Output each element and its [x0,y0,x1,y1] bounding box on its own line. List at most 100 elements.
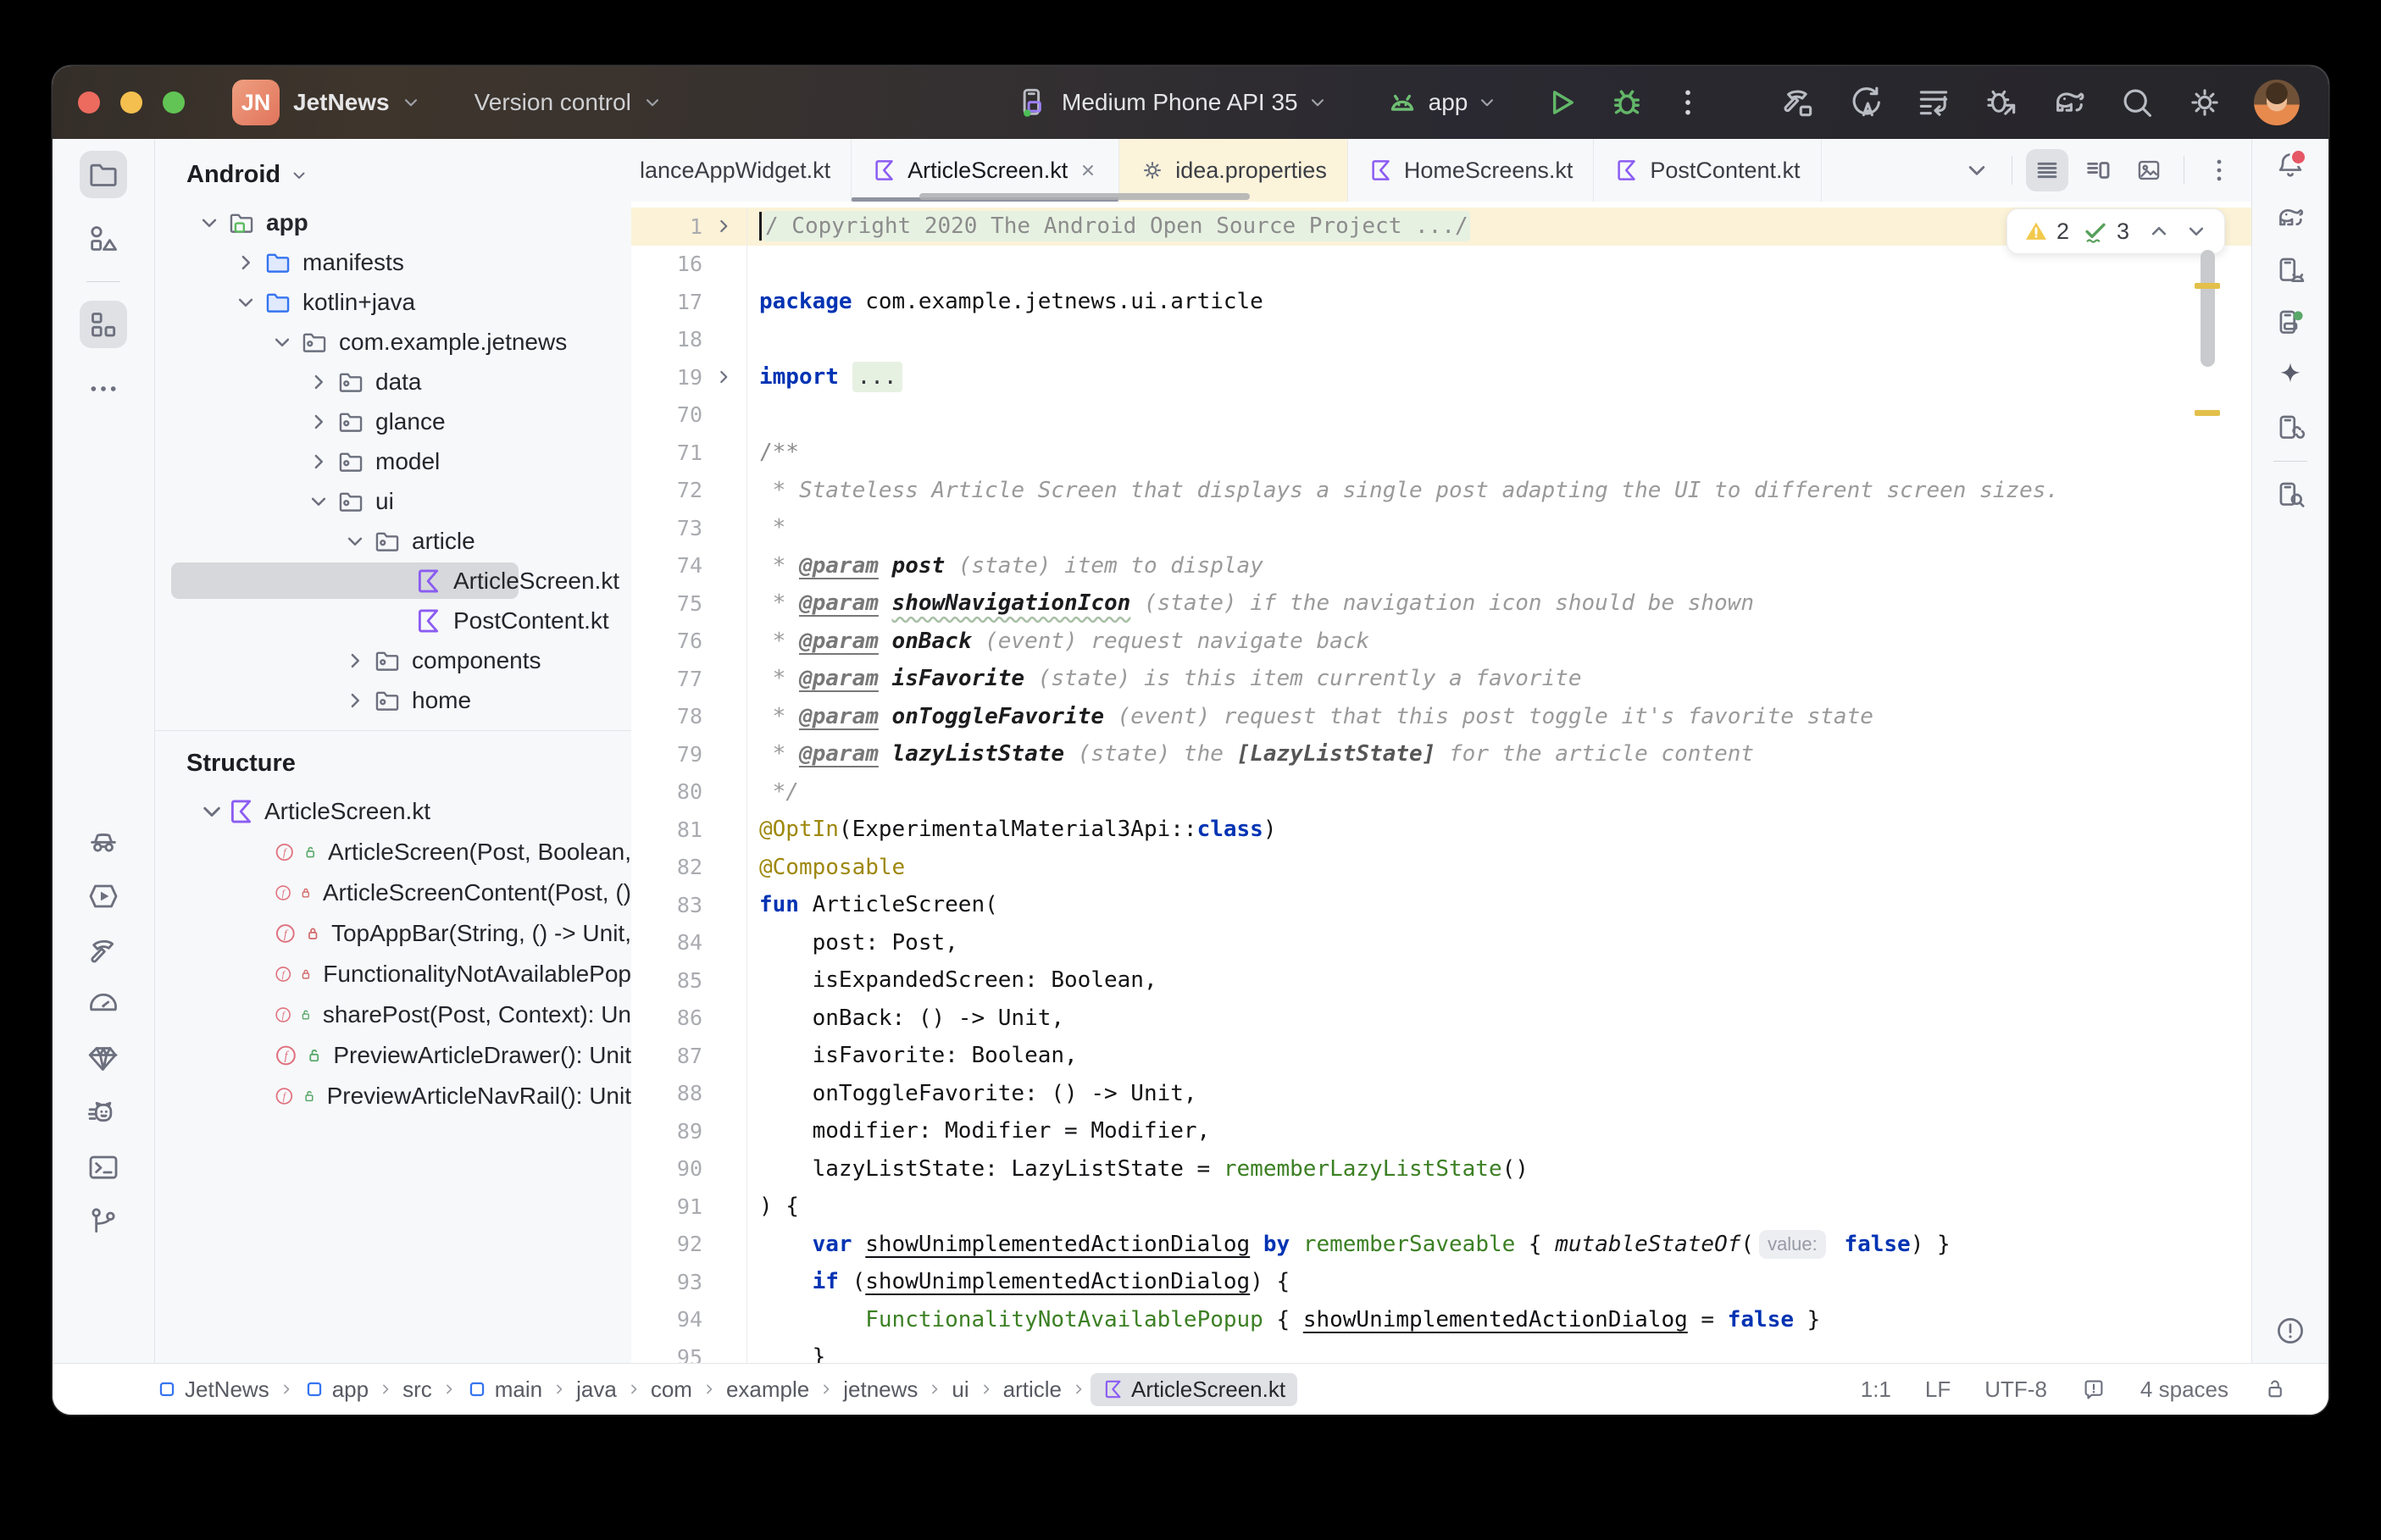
editor-scrollbar-thumb[interactable] [2201,250,2215,367]
chevron-down-icon[interactable] [197,210,222,235]
zoom-button[interactable] [163,91,185,114]
tab-lanceappwidget-kt[interactable]: lanceAppWidget.kt [631,139,852,202]
device-explorer-button[interactable] [2268,474,2312,516]
logcat-button[interactable] [80,1089,127,1137]
chevron-down-icon[interactable] [306,489,331,514]
close-icon[interactable] [1078,160,1098,180]
tree-item-kotlin-java[interactable]: kotlin+java [155,282,631,322]
warnings-group[interactable]: 2 [2023,218,2069,245]
build-tool-button[interactable] [80,927,127,974]
file-writable[interactable] [2262,1377,2288,1402]
caret-position[interactable]: 1:1 [1861,1377,1891,1403]
structure-item[interactable]: f FunctionalityNotAvailablePop [155,954,631,994]
passed-group[interactable]: 3 [2081,217,2129,246]
breadcrumb-app[interactable]: app [298,1374,374,1405]
tab-options-button[interactable] [2198,149,2240,191]
line-separator[interactable]: LF [1925,1377,1951,1403]
tab-list-button[interactable] [1956,149,1998,191]
debug-button[interactable] [1608,84,1646,121]
project-selector[interactable]: JetNews [293,89,422,116]
app-quality-insights-button[interactable] [80,1035,127,1083]
breadcrumb-jetnews[interactable]: jetnews [838,1374,923,1405]
breadcrumb-java[interactable]: java [571,1374,622,1405]
tree-item-app[interactable]: app [155,202,631,242]
editor-view-button[interactable] [2026,149,2068,191]
chevron-down-icon[interactable] [342,529,368,554]
fold-toggle-icon[interactable] [702,215,745,237]
chevron-right-icon[interactable] [306,369,331,395]
tree-item-data[interactable]: data [155,362,631,402]
chevron-down-icon[interactable] [1476,91,1498,114]
device-selector[interactable]: Medium Phone API 35 [1062,89,1298,116]
preview-view-button[interactable] [2128,149,2170,191]
user-avatar[interactable] [2254,80,2300,125]
tree-item-model[interactable]: model [155,441,631,481]
version-control-button[interactable] [80,1198,127,1245]
device-manager-button[interactable] [2268,249,2312,291]
chevron-right-icon[interactable] [342,648,368,673]
tree-item-com-example-jetnews[interactable]: com.example.jetnews [155,322,631,362]
tree-item-glance[interactable]: glance [155,402,631,441]
structure-item[interactable]: f PreviewArticleDrawer(): Unit [155,1035,631,1076]
structure-item[interactable]: f ArticleScreen(Post, Boolean, [155,832,631,872]
project-view-header[interactable]: Android [155,139,631,202]
running-devices-tool-button[interactable] [2268,302,2312,344]
breadcrumb-example[interactable]: example [721,1374,814,1405]
gradle-tool-button[interactable] [2268,197,2312,239]
breadcrumb-articlescreen-kt[interactable]: ArticleScreen.kt [1091,1372,1298,1406]
tree-item-articlescreen-kt[interactable]: ArticleScreen.kt [155,561,631,601]
vcs-widget[interactable]: Version control [475,89,663,116]
running-devices-button[interactable] [80,872,127,920]
fold-toggle-icon[interactable] [702,366,745,388]
breadcrumb-src[interactable]: src [397,1374,437,1405]
tab-homescreens-kt[interactable]: HomeScreens.kt [1348,139,1595,202]
file-encoding[interactable]: UTF-8 [1984,1377,2047,1403]
device-mirroring-button[interactable] [2268,407,2312,449]
structure-file-row[interactable]: ArticleScreen.kt [155,791,631,832]
tree-item-article[interactable]: article [155,521,631,561]
gemini-button[interactable] [2268,354,2312,396]
warning-stripe-mark[interactable] [2195,283,2220,289]
structure-item[interactable]: f PreviewArticleNavRail(): Unit [155,1076,631,1116]
profiler-button[interactable] [80,981,127,1028]
notifications-button[interactable] [2268,144,2312,186]
search-everywhere-icon[interactable] [2118,84,2156,121]
breadcrumb-jetnews[interactable]: JetNews [151,1374,275,1405]
problems-button[interactable] [2268,1310,2312,1352]
tab-articlescreen-kt[interactable]: ArticleScreen.kt [852,139,1120,202]
more-tool-windows-button[interactable] [80,365,127,413]
split-view-button[interactable] [2077,149,2119,191]
more-actions-button[interactable] [1671,86,1705,119]
structure-item[interactable]: f TopAppBar(String, () -> Unit, [155,913,631,954]
chevron-right-icon[interactable] [342,688,368,713]
structure-tool-button[interactable] [80,301,127,348]
chevron-right-icon[interactable] [233,250,258,275]
chevron-down-icon[interactable] [1307,91,1329,114]
project-tool-button[interactable] [80,151,127,198]
terminal-button[interactable] [80,1144,127,1191]
breadcrumb-com[interactable]: com [646,1374,697,1405]
chevron-down-icon[interactable] [233,290,258,315]
settings-icon[interactable] [2186,84,2223,121]
warning-stripe-mark[interactable] [2195,410,2220,416]
tab-postcontent-kt[interactable]: PostContent.kt [1594,139,1822,202]
indent-style[interactable]: 4 spaces [2140,1377,2228,1403]
tab-idea-properties[interactable]: idea.properties [1119,139,1348,202]
resource-manager-button[interactable] [80,215,127,263]
build-variants-icon[interactable] [1915,84,1952,121]
inspections-widget[interactable] [2081,1377,2106,1402]
breadcrumb-main[interactable]: main [461,1374,547,1405]
build-icon[interactable] [1779,84,1817,121]
structure-item[interactable]: f sharePost(Post, Context): Un [155,994,631,1035]
next-problem-button[interactable] [2184,219,2209,244]
minimize-button[interactable] [120,91,142,114]
structure-item[interactable]: f ArticleScreenContent(Post, () [155,872,631,913]
app-inspection-button[interactable] [80,818,127,866]
tree-item-components[interactable]: components [155,640,631,680]
breadcrumb-ui[interactable]: ui [946,1374,974,1405]
prev-problem-button[interactable] [2146,219,2172,244]
tree-item-ui[interactable]: ui [155,481,631,521]
run-button[interactable] [1542,84,1579,121]
chevron-right-icon[interactable] [306,409,331,435]
run-config-selector[interactable]: app [1429,89,1468,116]
